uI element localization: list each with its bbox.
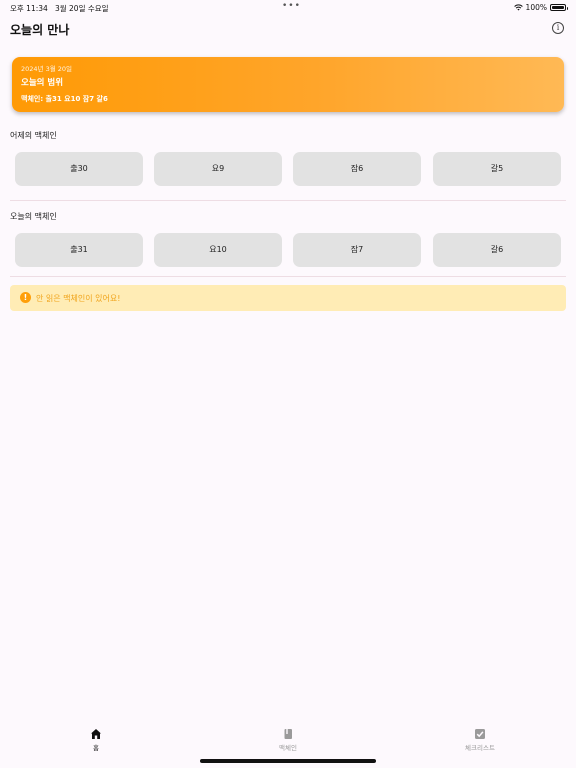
house-icon bbox=[91, 729, 101, 739]
status-time-date: 오후 11:34 3월 20일 수요일 bbox=[10, 3, 109, 14]
warning-icon: ! bbox=[20, 292, 31, 303]
battery-icon bbox=[550, 4, 568, 11]
yesterday-chip[interactable]: 갈5 bbox=[433, 152, 561, 186]
today-chip[interactable]: 출31 bbox=[15, 233, 143, 267]
hero-date: 2024년 3월 20일 bbox=[21, 65, 73, 73]
yesterday-chip[interactable]: 잠6 bbox=[293, 152, 421, 186]
multitasking-dots[interactable]: ••• bbox=[282, 1, 301, 11]
status-indicators: 100% bbox=[513, 3, 568, 12]
tab-label: 체크리스트 bbox=[465, 744, 495, 752]
yesterday-section-label: 어제의 맥체인 bbox=[10, 131, 57, 140]
hero-range: 맥체인: 출31 요10 잠7 갈6 bbox=[21, 95, 108, 103]
tab-checklist[interactable]: 체크리스트 bbox=[440, 728, 520, 752]
info-icon[interactable]: i bbox=[552, 22, 564, 34]
hero-title: 오늘의 범위 bbox=[21, 78, 64, 88]
today-chip[interactable]: 요10 bbox=[154, 233, 282, 267]
page-title: 오늘의 만나 bbox=[10, 23, 70, 37]
unread-alert-banner[interactable]: ! 안 읽은 맥체인이 있어요! bbox=[10, 285, 566, 311]
today-section-label: 오늘의 맥체인 bbox=[10, 212, 57, 221]
today-chip-row: 출31 요10 잠7 갈6 bbox=[15, 233, 561, 267]
tab-mcheyne[interactable]: 맥체인 bbox=[248, 728, 328, 752]
status-bar: 오후 11:34 3월 20일 수요일 ••• 100% bbox=[0, 0, 576, 16]
status-time: 오후 11:34 bbox=[10, 4, 48, 13]
tab-label: 맥체인 bbox=[279, 744, 297, 752]
alert-text: 안 읽은 맥체인이 있어요! bbox=[36, 294, 121, 303]
book-icon bbox=[284, 729, 292, 739]
yesterday-chip[interactable]: 출30 bbox=[15, 152, 143, 186]
divider bbox=[10, 276, 566, 277]
home-indicator[interactable] bbox=[200, 759, 376, 763]
checkbox-icon bbox=[475, 729, 485, 739]
wifi-icon bbox=[513, 4, 523, 11]
tab-home[interactable]: 홈 bbox=[56, 728, 136, 752]
today-range-card[interactable]: 2024년 3월 20일 오늘의 범위 맥체인: 출31 요10 잠7 갈6 bbox=[12, 57, 564, 112]
yesterday-chip[interactable]: 요9 bbox=[154, 152, 282, 186]
divider bbox=[10, 200, 566, 201]
tab-label: 홈 bbox=[93, 744, 99, 752]
today-chip[interactable]: 갈6 bbox=[433, 233, 561, 267]
yesterday-chip-row: 출30 요9 잠6 갈5 bbox=[15, 152, 561, 186]
battery-percent: 100% bbox=[525, 3, 547, 12]
today-chip[interactable]: 잠7 bbox=[293, 233, 421, 267]
status-date: 3월 20일 수요일 bbox=[54, 4, 109, 13]
